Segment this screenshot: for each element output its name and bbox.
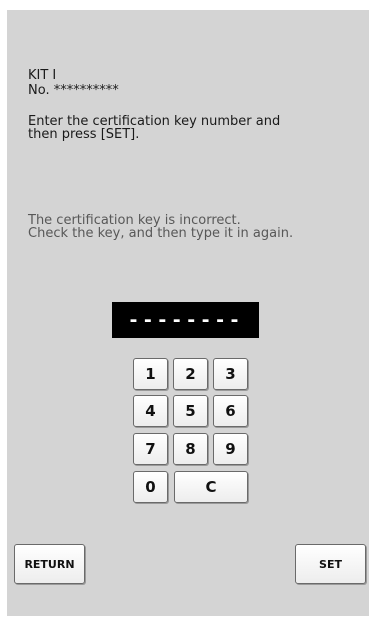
key-0-button[interactable]: 0: [133, 471, 168, 503]
key-2-button[interactable]: 2: [173, 358, 208, 390]
key-4-button[interactable]: 4: [133, 395, 168, 427]
key-3-button[interactable]: 3: [213, 358, 248, 390]
serial-number: No. **********: [28, 83, 119, 98]
kit-label: KIT I: [28, 68, 57, 83]
key-5-button[interactable]: 5: [173, 395, 208, 427]
certification-key-field[interactable]: --------: [112, 302, 259, 338]
key-7-button[interactable]: 7: [133, 433, 168, 465]
key-6-button[interactable]: 6: [213, 395, 248, 427]
clear-button[interactable]: C: [174, 471, 248, 503]
set-button[interactable]: SET: [295, 544, 366, 584]
error-message: The certification key is incorrect. Chec…: [28, 213, 294, 241]
key-9-button[interactable]: 9: [213, 433, 248, 465]
key-8-button[interactable]: 8: [173, 433, 208, 465]
return-button[interactable]: RETURN: [14, 544, 85, 584]
instruction-text: Enter the certification key number and t…: [28, 114, 281, 142]
key-1-button[interactable]: 1: [133, 358, 168, 390]
